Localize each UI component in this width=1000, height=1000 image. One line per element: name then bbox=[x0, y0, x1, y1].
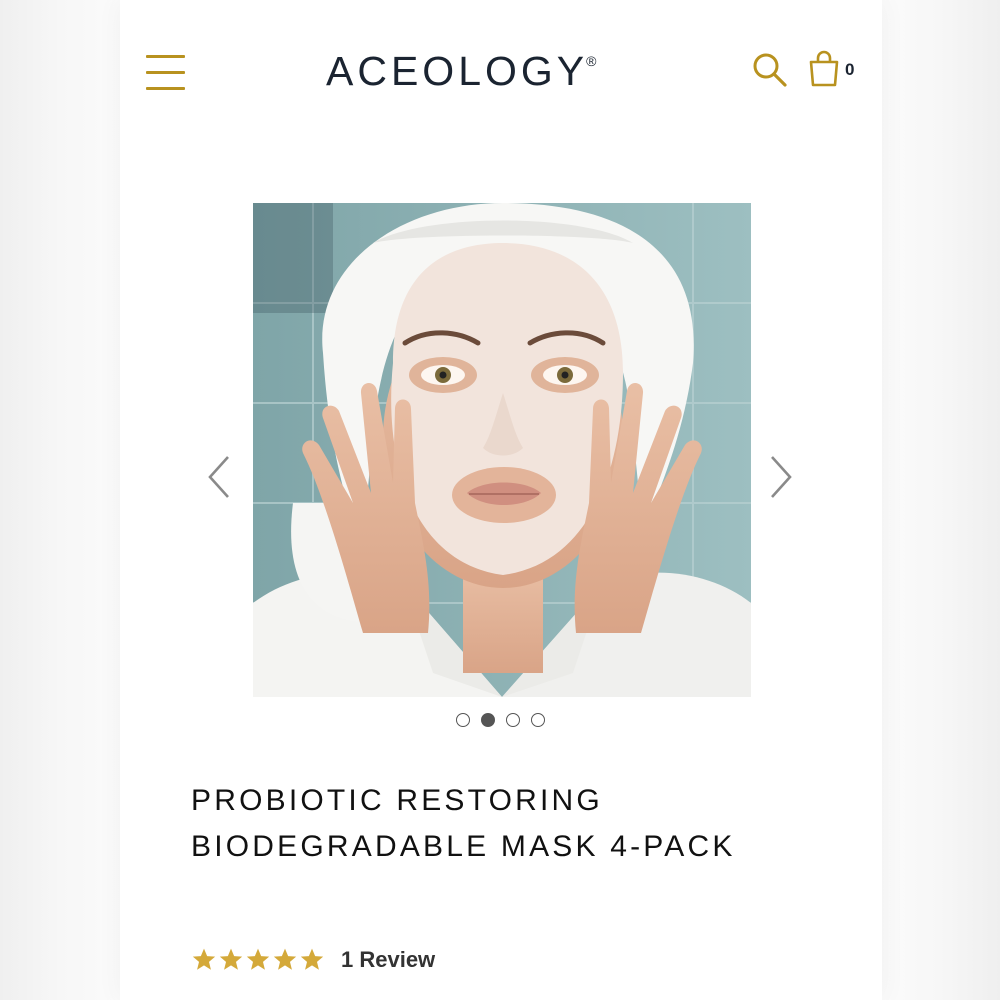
menu-line bbox=[146, 55, 185, 58]
star-icon bbox=[192, 948, 216, 970]
star-rating[interactable] bbox=[191, 947, 325, 973]
product-image[interactable] bbox=[253, 203, 751, 697]
carousel-dot-1[interactable] bbox=[456, 713, 470, 727]
brand-logo-text: ACEOLOGY bbox=[326, 48, 589, 94]
next-slide-button[interactable] bbox=[766, 455, 796, 499]
search-icon[interactable] bbox=[752, 52, 788, 88]
star-icon bbox=[273, 948, 297, 970]
registered-mark: ® bbox=[586, 53, 597, 69]
cart-count-badge[interactable]: 0 bbox=[845, 60, 854, 80]
carousel-dot-3[interactable] bbox=[506, 713, 520, 727]
menu-line bbox=[146, 71, 185, 74]
carousel-dot-4[interactable] bbox=[531, 713, 545, 727]
star-icon bbox=[219, 948, 243, 970]
menu-line bbox=[146, 87, 185, 90]
carousel-dot-2[interactable] bbox=[481, 713, 495, 727]
review-count-link[interactable]: 1 Review bbox=[341, 947, 435, 973]
hamburger-menu-icon[interactable] bbox=[146, 54, 186, 92]
star-icon bbox=[246, 948, 270, 970]
star-icon bbox=[300, 948, 324, 970]
chevron-right-icon bbox=[771, 456, 792, 498]
mobile-screen: ACEOLOGY® 0 PROBIOTIC RESTORING BIODEGRA… bbox=[120, 0, 882, 1000]
brand-logo[interactable]: ACEOLOGY® bbox=[326, 44, 686, 98]
chevron-left-icon bbox=[208, 456, 229, 498]
shopping-bag-icon[interactable] bbox=[808, 50, 840, 88]
product-rating: 1 Review bbox=[191, 945, 435, 975]
previous-slide-button[interactable] bbox=[204, 455, 234, 499]
carousel-pagination bbox=[456, 713, 556, 729]
product-title: PROBIOTIC RESTORING BIODEGRADABLE MASK 4… bbox=[191, 784, 736, 863]
